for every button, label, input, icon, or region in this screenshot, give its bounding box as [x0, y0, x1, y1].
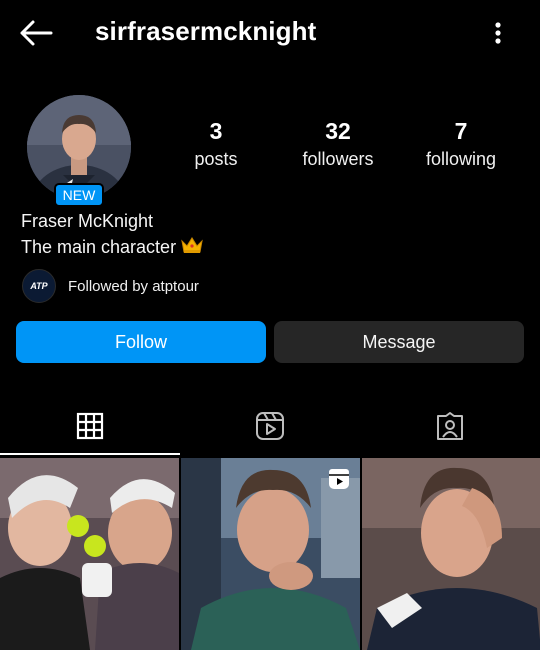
tab-tagged[interactable] — [360, 398, 540, 454]
followers-count: 32 — [325, 118, 351, 144]
stat-followers[interactable]: 32 followers — [278, 118, 398, 170]
followed-by-row[interactable]: ATP Followed by atptour — [22, 269, 199, 303]
post-thumbnail[interactable] — [362, 458, 540, 650]
followers-label: followers — [302, 149, 374, 169]
message-button[interactable]: Message — [274, 321, 524, 363]
atptour-avatar: ATP — [22, 269, 56, 303]
crown-emoji-icon — [181, 237, 203, 253]
atp-logo-text: ATP — [30, 281, 48, 291]
arrow-left-icon[interactable] — [18, 18, 54, 48]
reel-badge-icon — [329, 469, 349, 489]
posts-label: posts — [194, 149, 238, 169]
top-bar: sirfrasermcknight — [0, 0, 540, 64]
tab-reels[interactable] — [180, 398, 360, 454]
post-image — [362, 458, 540, 650]
followed-by-text: Followed by atptour — [68, 277, 199, 295]
post-thumbnail[interactable] — [181, 458, 360, 650]
posts-grid — [0, 458, 540, 650]
stat-following[interactable]: 7 following — [401, 118, 521, 170]
post-image — [0, 458, 179, 650]
bio-text: The main character — [21, 237, 177, 257]
tagged-person-icon — [437, 412, 463, 440]
grid-icon — [76, 412, 104, 440]
profile-full-name: Fraser McKnight — [21, 211, 154, 231]
posts-count: 3 — [209, 118, 223, 144]
tab-posts-grid[interactable] — [0, 398, 180, 454]
profile-bio: The main character — [21, 235, 204, 258]
profile-username: sirfrasermcknight — [95, 16, 317, 46]
follow-button[interactable]: Follow — [16, 321, 266, 363]
following-count: 7 — [454, 118, 468, 144]
stat-posts[interactable]: 3 posts — [156, 118, 276, 170]
following-label: following — [425, 149, 497, 169]
profile-tabs — [0, 398, 540, 454]
new-badge: NEW — [54, 183, 104, 207]
active-tab-indicator — [0, 453, 180, 455]
reels-icon — [256, 412, 284, 440]
more-vertical-icon[interactable] — [484, 18, 512, 48]
post-thumbnail[interactable] — [0, 458, 179, 650]
